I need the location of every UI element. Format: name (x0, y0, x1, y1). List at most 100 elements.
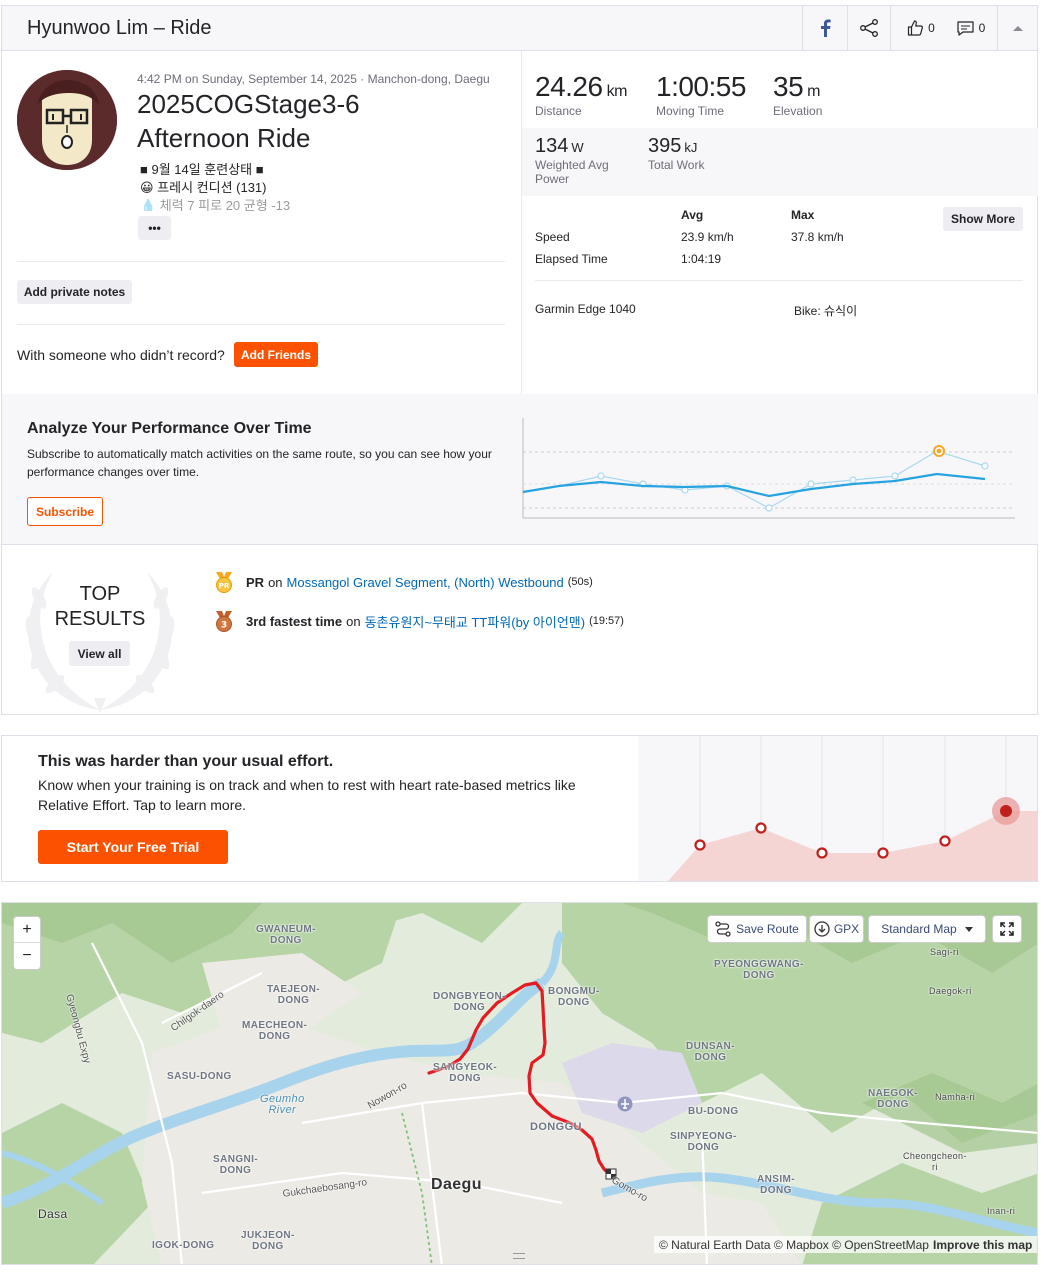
power-label: Weighted Avg Power (535, 158, 609, 186)
relative-effort-upsell[interactable]: This was harder than your usual effort. … (1, 735, 1038, 882)
map-label: Daegok-ri (929, 986, 972, 996)
map-label: GWANEUM- DONG (256, 924, 316, 946)
svg-text:3: 3 (221, 621, 227, 631)
distance-unit: km (606, 83, 628, 100)
map-label: DONGBYEON- DONG (433, 991, 506, 1013)
athlete-avatar[interactable] (17, 70, 117, 170)
map-label: NAEGOK- DONG (868, 1088, 919, 1110)
map-label: BONGMU- DONG (548, 986, 600, 1008)
gpx-download-button[interactable]: GPX (809, 915, 864, 943)
view-all-button[interactable]: View all (69, 641, 130, 666)
pr-medal-icon: PR (216, 572, 232, 593)
map-canvas[interactable] (2, 903, 1038, 1265)
bike-name: Bike: 슈식이 (794, 304, 858, 318)
work-unit: kJ (684, 140, 698, 155)
add-private-notes-button[interactable]: Add private notes (17, 280, 132, 304)
subscribe-button[interactable]: Subscribe (27, 497, 103, 526)
map-label: BU-DONG (688, 1106, 739, 1117)
map-label: IGOK-DONG (152, 1240, 215, 1251)
power-value: 134 (535, 135, 569, 157)
map-label: DUNSAN- DONG (686, 1041, 735, 1063)
map-style-select[interactable]: Standard Map (868, 915, 986, 943)
zoom-control: + − (13, 916, 41, 970)
max-header: Max (791, 208, 815, 222)
zoom-in-button[interactable]: + (14, 917, 40, 943)
svg-text:PR: PR (219, 582, 230, 590)
comment-icon (957, 20, 974, 36)
page-title: Hyunwoo Lim – Ride (27, 17, 212, 39)
map-style-label: Standard Map (881, 922, 957, 936)
share-button[interactable] (848, 6, 890, 50)
map-label: Geumho River (260, 1093, 305, 1116)
map-resize-handle[interactable] (513, 1253, 525, 1259)
route-icon (715, 921, 731, 937)
description-line: 😀 프레시 컨디션 (131) (140, 180, 267, 195)
activity-summary-card: 4:42 PM on Sunday, September 14, 2025 · … (1, 51, 1038, 715)
result-time: (19:57) (589, 615, 624, 627)
result-on: on (268, 574, 283, 590)
facebook-icon (821, 19, 831, 37)
activity-map[interactable]: GWANEUM- DONG TAEJEON- DONG MAECHEON- DO… (1, 902, 1038, 1265)
kudos-button[interactable]: 0 (897, 6, 945, 50)
facebook-share-button[interactable] (803, 6, 847, 50)
description-line: 💧 체력 7 피로 20 균형 -13 (140, 198, 291, 211)
bronze-medal-icon: 3 (216, 611, 232, 632)
show-more-button[interactable]: Show More (943, 207, 1023, 231)
result-item: PR PR on Mossangol Gravel Segment, (Nort… (212, 571, 593, 593)
start-free-trial-button[interactable]: Start Your Free Trial (38, 830, 228, 864)
distance-value: 24.26 (535, 71, 603, 102)
analyze-body: Subscribe to automatically match activit… (27, 447, 492, 479)
expand-icon (1000, 922, 1014, 936)
work-label: Total Work (648, 158, 705, 172)
attribution-text: © Natural Earth Data © Mapbox © OpenStre… (659, 1237, 929, 1252)
result-achievement: 3rd fastest time (246, 613, 343, 629)
moving-time-stat: 1:00:55 Moving Time (656, 71, 746, 118)
result-achievement: PR (246, 574, 265, 590)
collapse-button[interactable] (998, 6, 1038, 50)
more-description-button[interactable]: ••• (138, 216, 171, 240)
result-item: 3 3rd fastest time on 동촌유원지~무태교 TT파워(by … (212, 609, 624, 633)
elapsed-avg: 1:04:19 (681, 252, 722, 266)
elevation-unit: m (807, 83, 820, 100)
share-icon (860, 19, 878, 37)
avg-header: Avg (681, 208, 704, 222)
moving-time-value: 1:00:55 (656, 71, 746, 102)
fullscreen-button[interactable] (992, 915, 1022, 943)
zoom-out-button[interactable]: − (14, 943, 40, 969)
activity-description: ■ 9월 14일 훈련상태 ■ 😀 프레시 컨디션 (131) 💧 체력 7 피… (140, 161, 500, 211)
distance-stat: 24.26 km Distance (535, 71, 627, 118)
activity-name-line2: Afternoon Ride (137, 123, 311, 153)
add-friends-button[interactable]: Add Friends (234, 342, 318, 367)
map-label: Inan-ri (987, 1206, 1016, 1216)
top-results-line1: TOP (79, 583, 121, 605)
map-label: JUKJEON- DONG (241, 1230, 295, 1252)
download-icon (814, 921, 830, 937)
comment-button[interactable]: 0 (948, 6, 994, 50)
elevation-stat: 35 m Elevation (773, 71, 822, 118)
improve-map-link[interactable]: Improve this map (933, 1238, 1032, 1252)
result-time: (50s) (567, 576, 593, 588)
segment-link[interactable]: 동촌유원지~무태교 TT파워(by 아이언맨) (365, 612, 586, 631)
device-name: Garmin Edge 1040 (535, 302, 636, 316)
map-attribution: © Natural Earth Data © Mapbox © OpenStre… (654, 1236, 1037, 1253)
segment-link[interactable]: Mossangol Gravel Segment, (North) Westbo… (287, 575, 564, 590)
map-label: Daegu (431, 1176, 482, 1193)
effort-body: Know when your training is on track and … (38, 777, 576, 813)
result-on: on (346, 613, 361, 629)
top-results-line2: RESULTS (54, 608, 146, 630)
map-label: ANSIM- DONG (757, 1174, 795, 1196)
speed-label: Speed (535, 230, 570, 244)
activity-header: Hyunwoo Lim – Ride 0 0 (1, 5, 1038, 51)
map-label: DONGGU (530, 1121, 582, 1133)
activity-name-line1: 2025COGStage3-6 (137, 89, 360, 119)
description-line: ■ 9월 14일 훈련상태 ■ (140, 162, 264, 177)
effort-title: This was harder than your usual effort. (38, 753, 334, 770)
save-route-label: Save Route (736, 922, 799, 936)
airport-icon (617, 1096, 633, 1112)
map-label: Sagi-ri (930, 947, 959, 957)
map-label: Namha-ri (935, 1092, 976, 1102)
gpx-label: GPX (833, 922, 860, 936)
power-stat: 134 W Weighted Avg Power (535, 135, 625, 186)
map-label: Cheongcheon- ri (903, 1151, 967, 1172)
save-route-button[interactable]: Save Route (707, 915, 807, 943)
